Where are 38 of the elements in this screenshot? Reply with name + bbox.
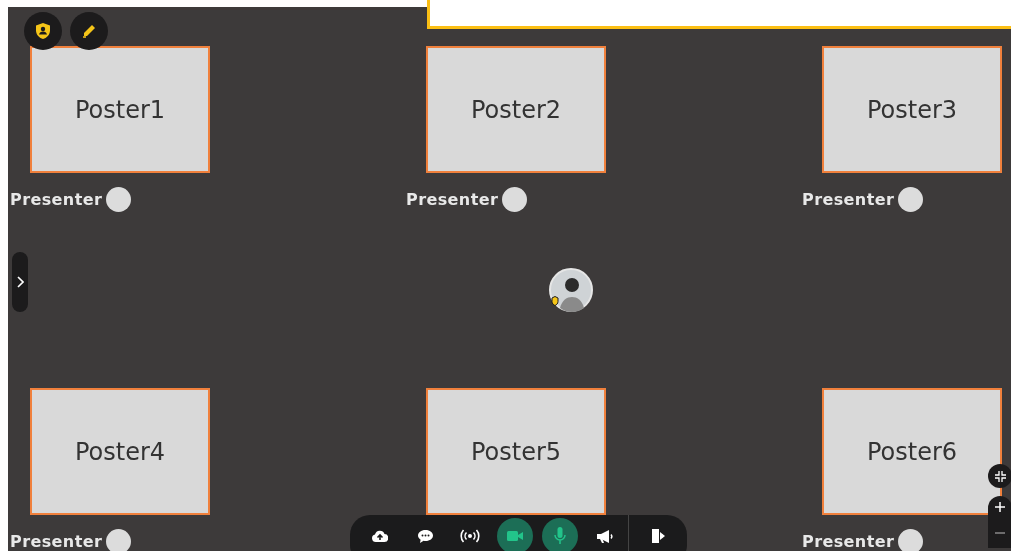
chevron-right-icon: [16, 276, 24, 288]
zoom-in-button[interactable]: [988, 496, 1011, 518]
shield-person-icon: [36, 23, 50, 39]
presenter-label: Presenter: [10, 189, 103, 209]
exit-icon: [651, 528, 667, 544]
poster-board[interactable]: Poster3: [822, 46, 1002, 173]
presenter-avatar: [898, 186, 924, 212]
camera-button[interactable]: [497, 518, 533, 551]
fit-screen-button[interactable]: [988, 464, 1011, 488]
broadcast-icon: [460, 529, 480, 543]
poster-board[interactable]: Poster6: [822, 388, 1002, 515]
microphone-icon: [554, 527, 566, 545]
minus-icon: [995, 532, 1005, 534]
megaphone-icon: [596, 528, 614, 544]
poster-board[interactable]: Poster1: [30, 46, 210, 173]
pencil-icon: [82, 24, 96, 38]
presenter-label: Presenter: [802, 531, 895, 551]
mic-button[interactable]: [542, 518, 578, 551]
presenter-avatar: [898, 528, 924, 551]
zoom-out-button[interactable]: [988, 518, 1011, 548]
collapse-icon: [994, 470, 1006, 482]
chat-icon: [416, 528, 434, 544]
presenter-label: Presenter: [802, 189, 895, 209]
poster-board[interactable]: Poster5: [426, 388, 606, 515]
presenter-label: Presenter: [406, 189, 499, 209]
presenter-label: Presenter: [10, 531, 103, 551]
upload-icon: [372, 529, 388, 543]
plus-icon: [995, 502, 1005, 512]
presenter-avatar: [502, 186, 528, 212]
presenter-avatar: [106, 186, 132, 212]
camera-icon: [507, 530, 523, 542]
poster-board[interactable]: Poster2: [426, 46, 606, 173]
presenter-avatar: [106, 528, 132, 551]
sidebar-toggle[interactable]: [12, 252, 28, 312]
poster-board[interactable]: Poster4: [30, 388, 210, 515]
pen-button[interactable]: [70, 12, 108, 50]
moderator-badge-button[interactable]: [24, 12, 62, 50]
user-avatar[interactable]: [549, 268, 593, 312]
